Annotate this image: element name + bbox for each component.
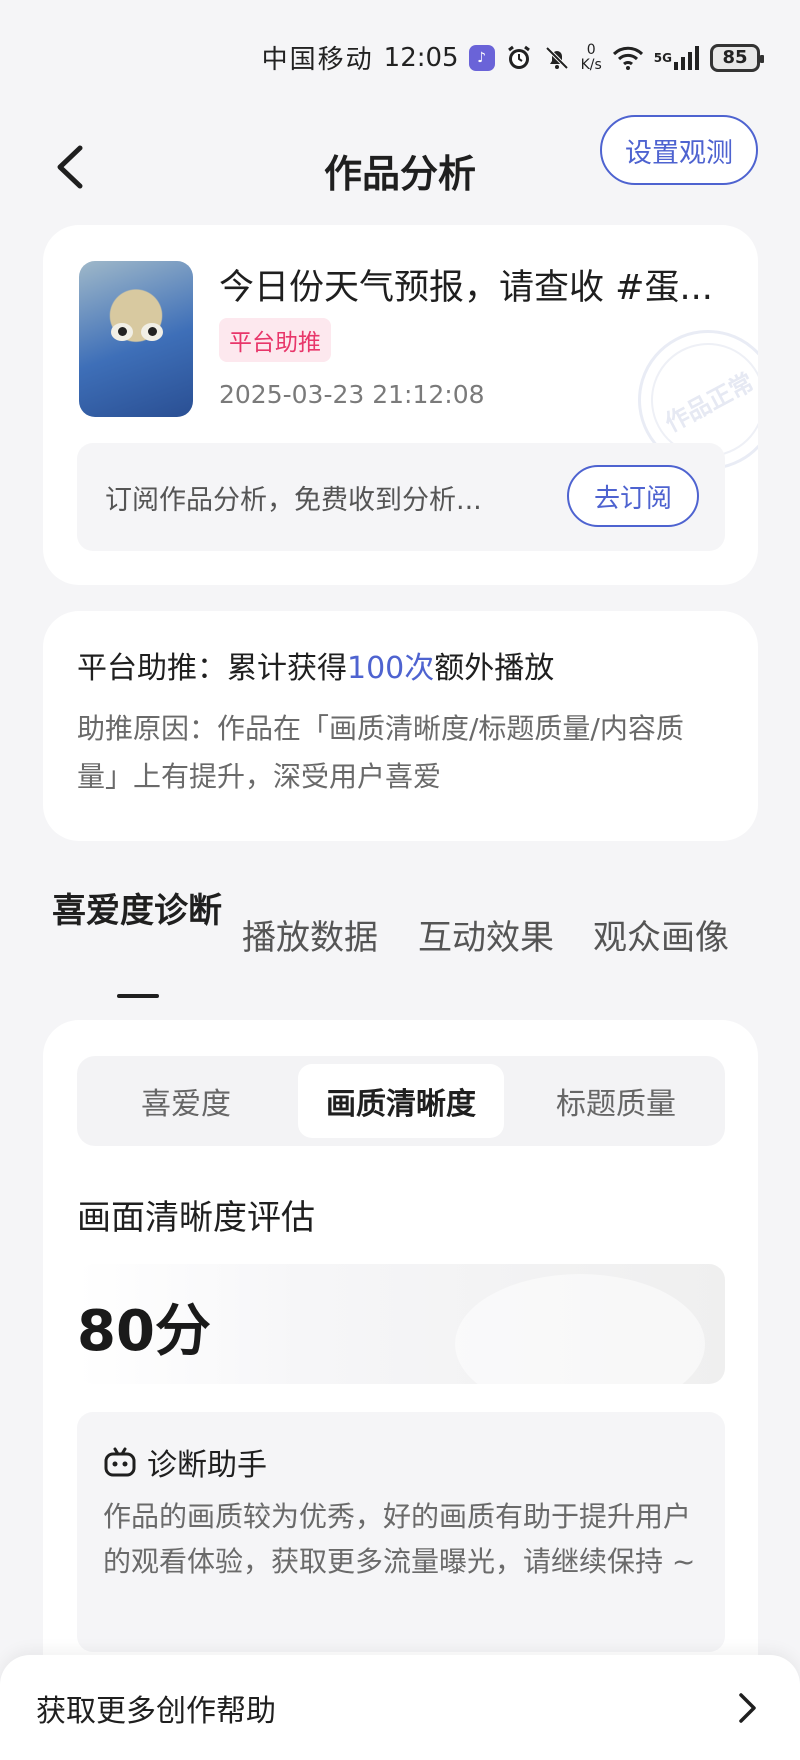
network-type: 5G <box>653 50 672 65</box>
platform-boost-card: 平台助推：累计获得100次额外播放 助推原因：作品在「画质清晰度/标题质量/内容… <box>43 611 758 841</box>
tab-audience-profile[interactable]: 观众画像 <box>593 910 729 959</box>
tab-favorability-diagnosis[interactable]: 喜爱度诊断 <box>52 882 222 940</box>
work-info-card: 今日份天气预报，请查收 #蛋... 平台助推 2025-03-23 21:12:… <box>43 225 758 585</box>
net-speed-unit: K/s <box>580 56 602 73</box>
score-panel: 80分 <box>77 1264 725 1414</box>
back-button[interactable] <box>40 137 100 197</box>
platform-boost-tag: 平台助推 <box>219 318 331 362</box>
evaluation-title: 画面清晰度评估 <box>77 1198 315 1238</box>
thumbnail-eye-left <box>111 323 133 341</box>
battery-indicator: 85 <box>710 43 764 72</box>
tab-interaction-effect[interactable]: 互动效果 <box>418 910 554 959</box>
boost-summary: 平台助推：累计获得100次额外播放 <box>77 643 724 687</box>
subscribe-button[interactable]: 去订阅 <box>567 465 699 527</box>
thumbnail-eye-right <box>141 323 163 341</box>
chevron-left-icon <box>57 145 83 189</box>
segment-favorability[interactable]: 喜爱度 <box>83 1064 289 1138</box>
app-notification-icon: ♪ <box>468 44 495 71</box>
mute-bell-icon <box>543 44 571 72</box>
segment-image-clarity[interactable]: 画质清晰度 <box>298 1064 504 1138</box>
clock: 12:05 <box>383 42 459 73</box>
assistant-title: 诊断助手 <box>147 1448 267 1483</box>
cellular-signal-icon: 5G <box>653 45 700 70</box>
robot-icon <box>104 1447 136 1477</box>
creation-help-label: 获取更多创作帮助 <box>36 1693 276 1729</box>
assistant-message: 作品的画质较为优秀，好的画质有助于提升用户的观看体验，获取更多流量曝光，请继续保… <box>103 1500 696 1578</box>
page-title: 作品分析 <box>323 151 476 196</box>
set-observation-button[interactable]: 设置观测 <box>600 115 758 185</box>
diagnosis-card: 喜爱度 画质清晰度 标题质量 画面清晰度评估 80分 诊断助手 作品的画质较为优… <box>43 1020 758 1740</box>
active-tab-indicator <box>117 994 159 998</box>
assistant-header: 诊断助手 <box>103 1440 699 1484</box>
analysis-tabs: 喜爱度诊断 播放数据 互动效果 观众画像 <box>0 872 800 1002</box>
boost-reason: 助推原因：作品在「画质清晰度/标题质量/内容质量」上有提升，深受用户喜爱 <box>77 712 684 793</box>
subscribe-banner: 订阅作品分析，免费收到分析... 去订阅 <box>77 443 725 551</box>
boost-prefix: 平台助推：累计获得 <box>77 651 347 686</box>
wifi-icon <box>612 45 644 71</box>
net-speed-value: 0 <box>586 41 596 58</box>
creation-help-bar[interactable]: 获取更多创作帮助 <box>0 1655 800 1760</box>
clarity-score: 80分 <box>77 1299 211 1364</box>
status-bar: 中国移动 12:05 ♪ 0 K/s 5G 85 <box>0 0 800 115</box>
net-speed: 0 K/s <box>580 41 602 73</box>
subscribe-text: 订阅作品分析，免费收到分析... <box>105 484 482 516</box>
chevron-right-icon <box>730 1691 764 1725</box>
work-publish-date: 2025-03-23 21:12:08 <box>219 380 485 409</box>
carrier-name: 中国移动 <box>261 45 374 75</box>
boost-count: 100次 <box>347 651 435 686</box>
alarm-icon <box>505 44 533 72</box>
diagnosis-assistant-panel: 诊断助手 作品的画质较为优秀，好的画质有助于提升用户的观看体验，获取更多流量曝光… <box>77 1412 725 1652</box>
diagnosis-segment-control: 喜爱度 画质清晰度 标题质量 <box>77 1056 725 1146</box>
nav-bar: 作品分析 设置观测 <box>0 115 800 225</box>
work-thumbnail[interactable] <box>79 261 193 417</box>
tab-play-data[interactable]: 播放数据 <box>242 910 378 959</box>
boost-suffix: 额外播放 <box>434 651 555 686</box>
segment-title-quality[interactable]: 标题质量 <box>513 1064 719 1138</box>
work-title[interactable]: 今日份天气预报，请查收 #蛋... <box>219 259 719 310</box>
